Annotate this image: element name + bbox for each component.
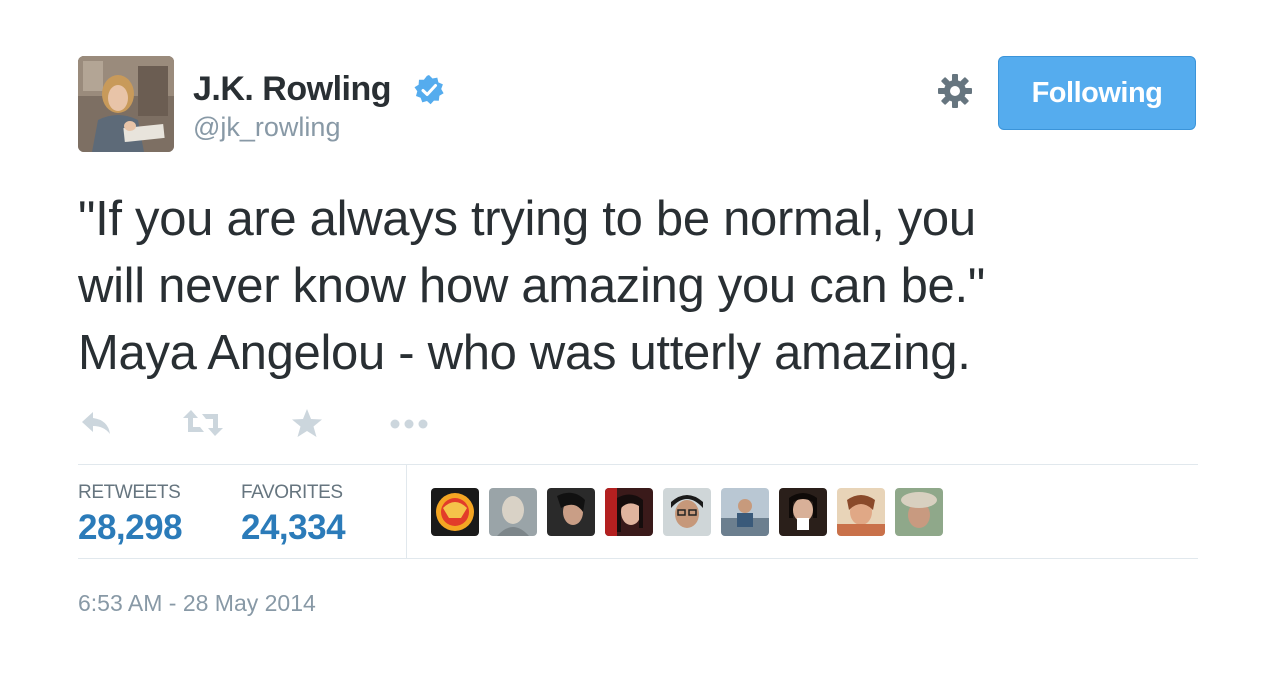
tweet-text-line: will never know how amazing you can be."	[78, 259, 985, 313]
tweet-timestamp[interactable]: 6:53 AM - 28 May 2014	[78, 590, 316, 617]
retweets-count: 28,298	[78, 508, 183, 547]
favorites-label: FAVORITES	[241, 482, 343, 503]
divider	[78, 558, 1198, 559]
favoriter-avatar[interactable]	[489, 488, 537, 536]
favorites-stat[interactable]: FAVORITES 24,334	[241, 482, 346, 548]
favoriter-avatar[interactable]	[663, 488, 711, 536]
stats-divider	[406, 465, 407, 558]
star-icon[interactable]	[291, 408, 323, 443]
reply-icon[interactable]	[80, 408, 114, 443]
retweets-stat[interactable]: RETWEETS 28,298	[78, 482, 183, 548]
user-screen-name[interactable]: @jk_rowling	[193, 112, 340, 143]
retweet-icon[interactable]	[182, 408, 224, 443]
divider	[78, 464, 1198, 465]
following-button[interactable]: Following	[998, 56, 1196, 130]
favoriter-avatar[interactable]	[837, 488, 885, 536]
user-display-name[interactable]: J.K. Rowling	[193, 70, 392, 109]
tweet-text-line: "If you are always trying to be normal, …	[78, 192, 976, 246]
favoriter-avatar[interactable]	[547, 488, 595, 536]
gear-icon[interactable]	[936, 72, 974, 110]
tweet-card: J.K. Rowling @jk_rowling Following "If y…	[0, 0, 1272, 682]
user-avatar[interactable]	[78, 56, 174, 152]
tweet-text-line: Maya Angelou - who was utterly amazing.	[78, 326, 971, 380]
more-icon[interactable]	[388, 408, 430, 443]
favoriter-avatar[interactable]	[895, 488, 943, 536]
favoriter-avatar[interactable]	[721, 488, 769, 536]
tweet-text: "If you are always trying to be normal, …	[78, 186, 1198, 387]
favorites-count: 24,334	[241, 508, 346, 547]
favoriter-avatar[interactable]	[779, 488, 827, 536]
favoriter-avatar[interactable]	[431, 488, 479, 536]
verified-badge-icon	[413, 74, 445, 106]
retweets-label: RETWEETS	[78, 482, 181, 503]
favoriter-avatar[interactable]	[605, 488, 653, 536]
